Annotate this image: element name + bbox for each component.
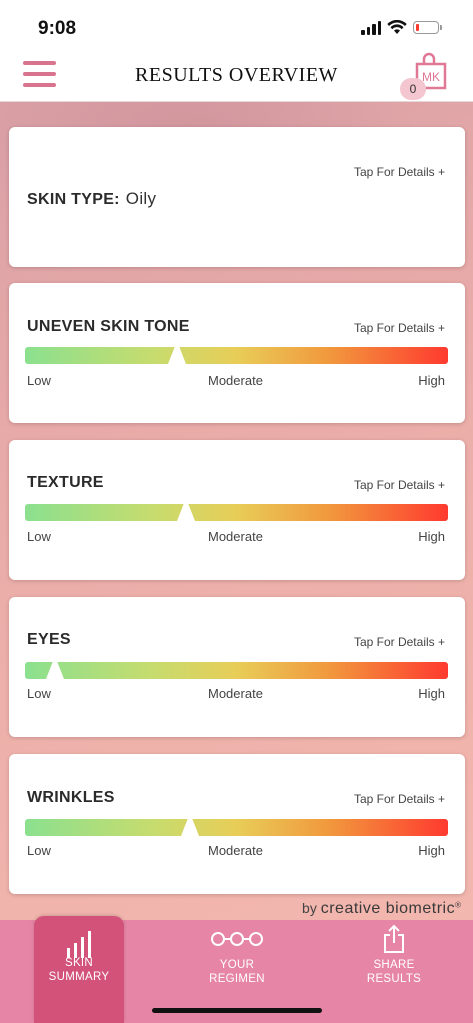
- nav-label: SHARE RESULTS: [348, 958, 440, 986]
- status-icons: [361, 20, 442, 35]
- level-marker: [168, 341, 187, 364]
- skin-type-card[interactable]: Tap For Details + SKIN TYPE: Oily: [9, 127, 465, 267]
- details-link[interactable]: Tap For Details +: [354, 635, 445, 649]
- metric-card-uneven-skin-tone[interactable]: UNEVEN SKIN TONE Tap For Details + Low M…: [9, 283, 465, 423]
- skin-type-label: SKIN TYPE: Oily: [27, 189, 156, 209]
- metric-title: WRINKLES: [27, 789, 115, 806]
- nav-label-line2: REGIMEN: [209, 973, 265, 985]
- metric-card-wrinkles[interactable]: WRINKLES Tap For Details + Low Moderate …: [9, 754, 465, 894]
- nav-share-results[interactable]: SHARE RESULTS: [348, 920, 440, 1023]
- cart-button[interactable]: MK 0: [400, 52, 450, 100]
- severity-meter: [25, 498, 448, 521]
- metric-title: EYES: [27, 631, 71, 648]
- powered-by-credit: by creative biometric®: [302, 900, 461, 918]
- results-list: Tap For Details + SKIN TYPE: Oily UNEVEN …: [0, 102, 473, 920]
- scale-high-label: High: [418, 686, 445, 701]
- metric-card-texture[interactable]: TEXTURE Tap For Details + Low Moderate H…: [9, 440, 465, 580]
- severity-meter: [25, 813, 448, 836]
- nav-label-line1: YOUR: [219, 959, 255, 971]
- scale-moderate-label: Moderate: [208, 529, 263, 544]
- status-time: 9:08: [38, 18, 77, 39]
- nav-label: SKIN SUMMARY: [34, 956, 124, 984]
- scale-high-label: High: [418, 843, 445, 858]
- battery-icon: [413, 21, 442, 34]
- status-bar: 9:08: [0, 0, 473, 50]
- nav-label-line1: SHARE: [373, 959, 415, 971]
- cart-logo-text: MK: [422, 70, 440, 84]
- home-indicator: [152, 1008, 322, 1013]
- skin-type-heading: SKIN TYPE:: [27, 191, 120, 208]
- credit-prefix: by: [302, 900, 317, 916]
- scale-low-label: Low: [27, 843, 51, 858]
- level-marker: [176, 498, 195, 521]
- nav-label: YOUR REGIMEN: [191, 958, 283, 986]
- nav-skin-summary[interactable]: SKIN SUMMARY: [34, 916, 124, 1023]
- skin-type-value: Oily: [125, 189, 157, 208]
- details-link[interactable]: Tap For Details +: [354, 478, 445, 492]
- details-link[interactable]: Tap For Details +: [354, 321, 445, 335]
- app-header: RESULTS OVERVIEW MK 0: [0, 50, 473, 102]
- scale-high-label: High: [418, 373, 445, 388]
- scale-high-label: High: [418, 529, 445, 544]
- level-marker: [180, 813, 199, 836]
- scale-moderate-label: Moderate: [208, 373, 263, 388]
- credit-brand: creative biometric: [320, 900, 456, 917]
- nav-label-line1: SKIN: [64, 957, 94, 969]
- scale-low-label: Low: [27, 529, 51, 544]
- cellular-signal-icon: [361, 20, 381, 35]
- level-marker: [45, 656, 64, 679]
- registered-mark: ®: [455, 900, 461, 910]
- details-link[interactable]: Tap For Details +: [354, 792, 445, 806]
- severity-meter: [25, 656, 448, 679]
- nav-label-line2: SUMMARY: [48, 971, 110, 983]
- scale-low-label: Low: [27, 686, 51, 701]
- cart-count-badge: 0: [400, 78, 426, 100]
- metric-title: UNEVEN SKIN TONE: [27, 318, 190, 335]
- nav-label-line2: RESULTS: [366, 973, 422, 985]
- scale-moderate-label: Moderate: [208, 686, 263, 701]
- metric-card-eyes[interactable]: EYES Tap For Details + Low Moderate High: [9, 597, 465, 737]
- scale-low-label: Low: [27, 373, 51, 388]
- scale-moderate-label: Moderate: [208, 843, 263, 858]
- share-icon: [384, 924, 404, 953]
- regimen-icon: [211, 932, 263, 946]
- metric-title: TEXTURE: [27, 474, 104, 491]
- severity-meter: [25, 341, 448, 364]
- wifi-icon: [387, 20, 407, 34]
- details-link[interactable]: Tap For Details +: [354, 165, 445, 179]
